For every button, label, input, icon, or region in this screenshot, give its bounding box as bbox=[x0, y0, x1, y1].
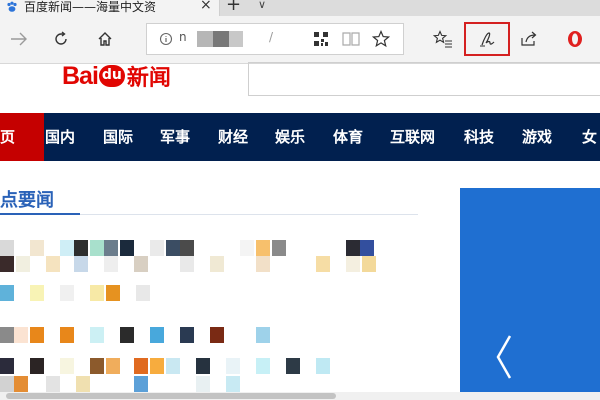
nav-item-sports[interactable]: 体育 bbox=[333, 113, 363, 161]
section-title-underline bbox=[0, 213, 80, 215]
annotation-highlight-box bbox=[464, 22, 510, 56]
headline-item-redacted[interactable] bbox=[0, 256, 380, 272]
carousel-prev-icon[interactable] bbox=[490, 332, 520, 382]
close-tab-icon[interactable]: × bbox=[200, 0, 212, 13]
home-button[interactable] bbox=[90, 24, 120, 54]
opera-icon bbox=[568, 31, 582, 47]
logo-bai-text: Bai bbox=[62, 61, 99, 90]
headline-item-redacted[interactable] bbox=[0, 240, 380, 256]
address-redacted-block bbox=[197, 31, 213, 47]
share-button[interactable] bbox=[514, 24, 544, 54]
baidu-paw-icon bbox=[7, 1, 17, 12]
forward-arrow-icon bbox=[11, 32, 27, 46]
favorites-list-icon bbox=[433, 30, 452, 48]
favorite-star-button[interactable] bbox=[366, 24, 396, 54]
tab-list-chevron-icon[interactable]: ∨ bbox=[258, 0, 266, 11]
nav-item-international[interactable]: 国际 bbox=[103, 113, 133, 161]
book-icon bbox=[342, 32, 360, 46]
nav-item-finance[interactable]: 财经 bbox=[218, 113, 248, 161]
star-icon bbox=[372, 30, 390, 48]
forward-button[interactable] bbox=[4, 24, 34, 54]
opera-extension-button[interactable] bbox=[560, 24, 590, 54]
info-icon[interactable] bbox=[159, 32, 173, 46]
favorites-hub-button[interactable] bbox=[428, 24, 458, 54]
refresh-button[interactable] bbox=[46, 24, 76, 54]
nav-item-military[interactable]: 军事 bbox=[160, 113, 190, 161]
horizontal-scrollbar[interactable] bbox=[0, 392, 600, 400]
headline-item-redacted[interactable] bbox=[0, 376, 300, 392]
refresh-icon bbox=[55, 31, 67, 45]
headline-item-redacted[interactable] bbox=[0, 358, 380, 374]
category-nav: 页 国内 国际 军事 财经 娱乐 体育 互联网 科技 游戏 女 bbox=[0, 113, 600, 161]
address-redacted-block bbox=[229, 31, 243, 47]
nav-item-internet[interactable]: 互联网 bbox=[390, 113, 435, 161]
qr-code-button[interactable] bbox=[306, 24, 336, 54]
headline-item-redacted[interactable] bbox=[0, 327, 300, 343]
headlines-section-title: 点要闻 bbox=[0, 190, 54, 211]
nav-item-women[interactable]: 女 bbox=[582, 113, 597, 161]
nav-item-technology[interactable]: 科技 bbox=[464, 113, 494, 161]
section-divider bbox=[80, 214, 418, 215]
new-tab-icon[interactable]: + bbox=[226, 0, 241, 14]
browser-tab[interactable]: 百度新闻——海量中文资 × bbox=[0, 0, 220, 16]
nav-item-entertainment[interactable]: 娱乐 bbox=[275, 113, 305, 161]
tab-title: 百度新闻——海量中文资 bbox=[24, 0, 157, 14]
home-icon bbox=[98, 32, 112, 46]
baidu-news-logo[interactable]: Bai du 新闻 bbox=[62, 61, 171, 92]
nav-item-home[interactable]: 页 bbox=[0, 113, 44, 161]
address-slash: / bbox=[269, 30, 274, 44]
nav-item-domestic[interactable]: 国内 bbox=[45, 113, 75, 161]
share-icon bbox=[521, 31, 537, 46]
nav-item-games[interactable]: 游戏 bbox=[522, 113, 552, 161]
logo-du-badge: du bbox=[98, 65, 125, 87]
browser-toolbar: n / bbox=[0, 16, 600, 64]
address-text: n bbox=[179, 30, 187, 44]
logo-news-text: 新闻 bbox=[126, 66, 171, 91]
scrollbar-thumb[interactable] bbox=[6, 393, 336, 399]
news-carousel[interactable] bbox=[460, 188, 600, 400]
news-search-input[interactable] bbox=[248, 62, 600, 96]
reading-view-button[interactable] bbox=[336, 24, 366, 54]
address-redacted-block bbox=[213, 31, 229, 47]
tab-strip: 百度新闻——海量中文资 × + ∨ bbox=[0, 0, 600, 16]
headline-item-redacted[interactable] bbox=[0, 285, 200, 301]
qr-code-icon bbox=[314, 32, 328, 46]
